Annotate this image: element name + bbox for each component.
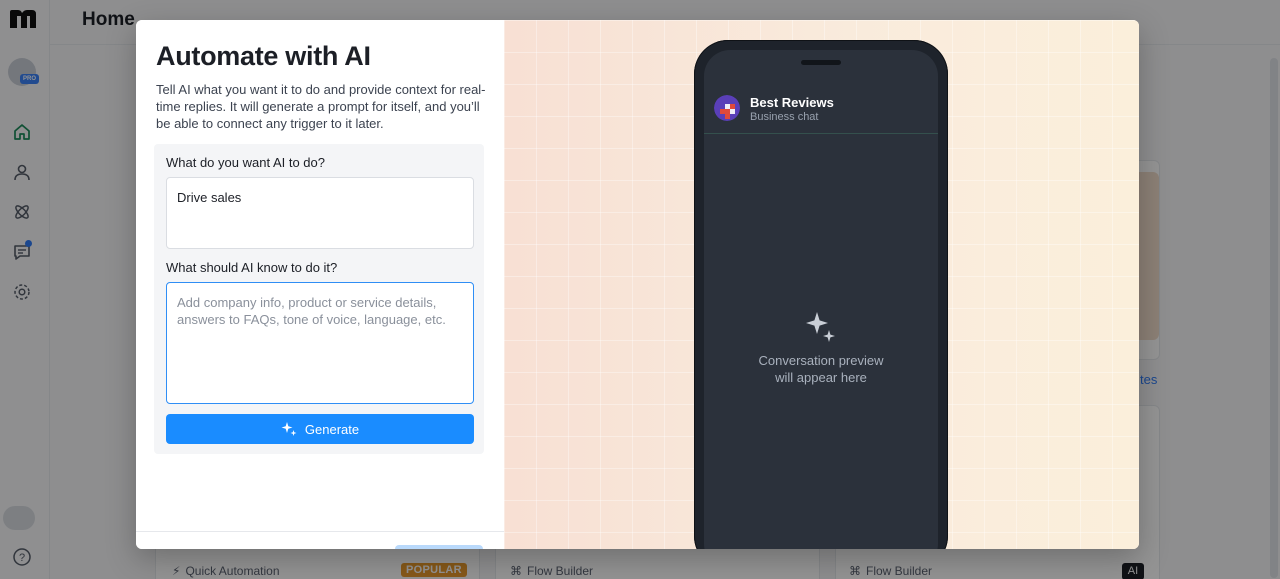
modal-title: Automate with AI (156, 41, 371, 71)
preview-line-1: Conversation preview (758, 353, 884, 368)
conversation-preview-empty: Conversation preview will appear here (704, 310, 938, 386)
business-avatar (714, 95, 740, 121)
chat-name: Best Reviews (750, 95, 834, 110)
modal-form-panel: Automate with AI Tell AI what you want i… (136, 20, 504, 549)
phone-notch (801, 60, 841, 65)
preview-line-2: will appear here (775, 370, 867, 385)
chat-subtitle: Business chat (750, 111, 819, 123)
automate-ai-modal: Automate with AI Tell AI what you want i… (136, 20, 1139, 549)
goal-input[interactable]: Drive sales (166, 177, 474, 249)
context-textarea[interactable] (166, 282, 474, 404)
sparkle-icon (281, 422, 297, 436)
phone-screen: Best Reviews Business chat Conversation … (704, 50, 938, 549)
generate-button[interactable]: Generate (166, 414, 474, 444)
phone-mockup: Best Reviews Business chat Conversation … (694, 40, 948, 549)
chat-header: Best Reviews Business chat (704, 80, 938, 134)
sparkle-icon (806, 312, 835, 342)
footer-divider (136, 531, 504, 532)
footer-action-button[interactable] (395, 545, 483, 549)
generate-button-label: Generate (304, 421, 360, 437)
modal-description: Tell AI what you want it to do and provi… (156, 82, 486, 131)
goal-label: What do you want AI to do? (166, 155, 325, 170)
context-label: What should AI know to do it? (166, 260, 338, 275)
preview-panel: Best Reviews Business chat Conversation … (504, 20, 1139, 549)
prompt-form: What do you want AI to do? Drive sales W… (154, 144, 484, 454)
